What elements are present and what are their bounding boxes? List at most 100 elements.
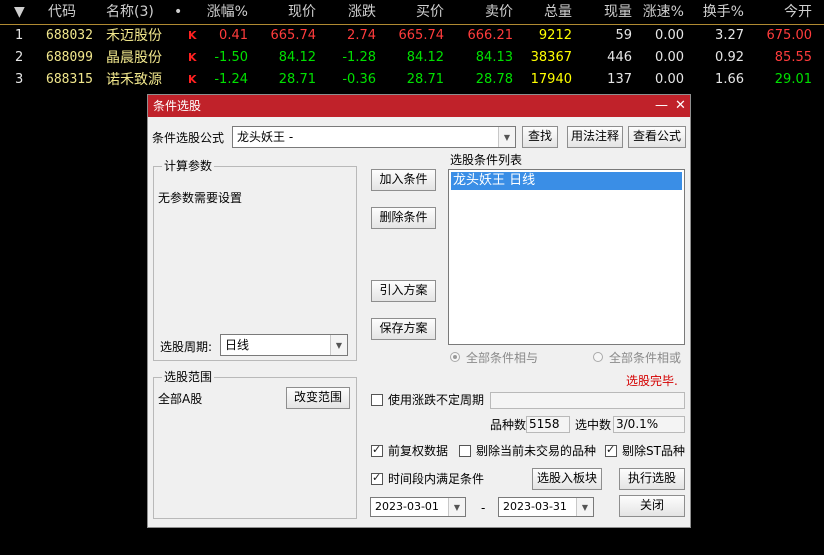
change-pct: 0.41	[219, 28, 248, 43]
save-scheme-button[interactable]: 保存方案	[371, 318, 436, 340]
dialog-title: 条件选股	[153, 99, 202, 113]
uncertain-period-field[interactable]	[490, 392, 685, 409]
uncertain-period-label: 使用涨跌不定周期	[388, 393, 485, 407]
count-value: 5158	[526, 416, 570, 433]
date-to-picker[interactable]: 2023-03-31 ▼	[498, 497, 594, 517]
row-index: 3	[15, 72, 24, 87]
table-row[interactable]: 2 688099 晶晨股份 K -1.50 84.12 -1.28 84.12 …	[0, 47, 824, 69]
current-volume: 137	[607, 72, 632, 87]
delete-condition-button[interactable]: 删除条件	[371, 207, 436, 229]
sort-dropdown-icon[interactable]: ▼	[14, 0, 26, 24]
chevron-down-icon[interactable]: ▼	[498, 127, 515, 147]
calc-params-title: 计算参数	[162, 159, 215, 173]
exclude-st-checkbox[interactable]	[605, 443, 617, 457]
date-from-value: 2023-03-01	[375, 500, 439, 513]
change: -1.28	[342, 50, 376, 65]
stock-name: 诺禾致源	[106, 72, 162, 88]
usage-notes-button[interactable]: 用法注释	[567, 126, 623, 148]
selected-value: 3/0.1%	[613, 416, 685, 433]
exclude-untraded-checkbox[interactable]	[459, 445, 471, 457]
turnover: 1.66	[715, 72, 744, 87]
row-index: 2	[15, 50, 24, 65]
add-condition-button[interactable]: 加入条件	[371, 169, 436, 191]
range-title: 选股范围	[162, 370, 215, 384]
header-open[interactable]: 今开	[784, 0, 812, 24]
header-ask[interactable]: 卖价	[485, 0, 513, 24]
header-current-volume[interactable]: 现量	[604, 0, 632, 24]
search-button[interactable]: 查找	[522, 126, 558, 148]
change-range-button[interactable]: 改变范围	[286, 387, 350, 409]
condition-list-title: 选股条件列表	[450, 153, 523, 167]
close-button[interactable]: 关闭	[619, 495, 685, 517]
header-name[interactable]: 名称(3)	[106, 0, 154, 24]
dialog-title-bar[interactable]: 条件选股 — ✕	[148, 95, 690, 117]
formula-value: 龙头妖王 -	[237, 130, 294, 144]
time-range-checkbox[interactable]	[371, 471, 383, 485]
list-item[interactable]: 龙头妖王 日线	[451, 172, 682, 190]
table-row[interactable]: 3 688315 诺禾致源 K -1.24 28.71 -0.36 28.71 …	[0, 69, 824, 91]
minimize-icon[interactable]: —	[655, 95, 668, 117]
current-volume: 446	[607, 50, 632, 65]
header-change-pct[interactable]: 涨幅%	[207, 0, 248, 24]
pre-rights-checkbox[interactable]	[371, 443, 383, 457]
count-label: 品种数	[490, 418, 527, 432]
chevron-down-icon[interactable]: ▼	[330, 335, 347, 355]
stock-code: 688099	[46, 50, 93, 65]
stock-code: 688315	[46, 72, 93, 87]
bid: 665.74	[398, 28, 445, 43]
bid: 28.71	[406, 72, 444, 87]
exclude-untraded-label: 剔除当前未交易的品种	[476, 444, 597, 458]
table-row[interactable]: 1 688032 禾迈股份 K 0.41 665.74 2.74 665.74 …	[0, 25, 824, 47]
k-line-marker-icon[interactable]: K	[188, 47, 197, 69]
change-pct: -1.50	[214, 50, 248, 65]
period-select[interactable]: 日线 ▼	[220, 334, 348, 356]
radio-or[interactable]	[593, 352, 603, 362]
header-dot: •	[174, 4, 183, 20]
stock-name: 晶晨股份	[106, 50, 162, 66]
close-icon[interactable]: ✕	[675, 95, 686, 117]
time-range-label: 时间段内满足条件	[388, 472, 485, 486]
speed: 0.00	[655, 72, 684, 87]
speed: 0.00	[655, 28, 684, 43]
open: 675.00	[766, 28, 813, 43]
execute-button[interactable]: 执行选股	[619, 468, 685, 490]
formula-select[interactable]: 龙头妖王 - ▼	[232, 126, 516, 148]
speed: 0.00	[655, 50, 684, 65]
range-group: 选股范围 全部A股 改变范围	[153, 370, 357, 519]
price: 84.12	[278, 50, 316, 65]
date-from-picker[interactable]: 2023-03-01 ▼	[370, 497, 466, 517]
change: 2.74	[347, 28, 376, 43]
header-price[interactable]: 现价	[288, 0, 316, 24]
pre-rights-label: 前复权数据	[388, 444, 449, 458]
open: 85.55	[774, 50, 812, 65]
open: 29.01	[774, 72, 812, 87]
date-separator: -	[481, 501, 486, 515]
view-formula-button[interactable]: 查看公式	[628, 126, 686, 148]
header-change[interactable]: 涨跌	[348, 0, 376, 24]
k-line-marker-icon[interactable]: K	[188, 25, 197, 47]
radio-and-label: 全部条件相与	[466, 351, 539, 365]
radio-or-label: 全部条件相或	[609, 351, 682, 365]
no-params-text: 无参数需要设置	[158, 191, 243, 205]
header-speed[interactable]: 涨速%	[643, 0, 684, 24]
ask: 666.21	[467, 28, 514, 43]
volume: 17940	[530, 72, 572, 87]
k-line-marker-icon[interactable]: K	[188, 69, 197, 91]
period-value: 日线	[225, 338, 250, 352]
uncertain-period-checkbox[interactable]	[371, 394, 383, 406]
chevron-down-icon[interactable]: ▼	[448, 498, 465, 516]
row-index: 1	[15, 28, 24, 43]
header-turnover[interactable]: 换手%	[703, 0, 744, 24]
to-board-button[interactable]: 选股入板块	[532, 468, 602, 490]
condition-list[interactable]: 龙头妖王 日线	[448, 169, 685, 345]
price: 665.74	[270, 28, 317, 43]
import-scheme-button[interactable]: 引入方案	[371, 280, 436, 302]
chevron-down-icon[interactable]: ▼	[576, 498, 593, 516]
bid: 84.12	[406, 50, 444, 65]
range-value: 全部A股	[158, 392, 203, 406]
header-volume[interactable]: 总量	[544, 0, 572, 24]
header-code[interactable]: 代码	[48, 0, 76, 24]
turnover: 0.92	[715, 50, 744, 65]
radio-and[interactable]	[450, 352, 460, 362]
header-bid[interactable]: 买价	[416, 0, 444, 24]
